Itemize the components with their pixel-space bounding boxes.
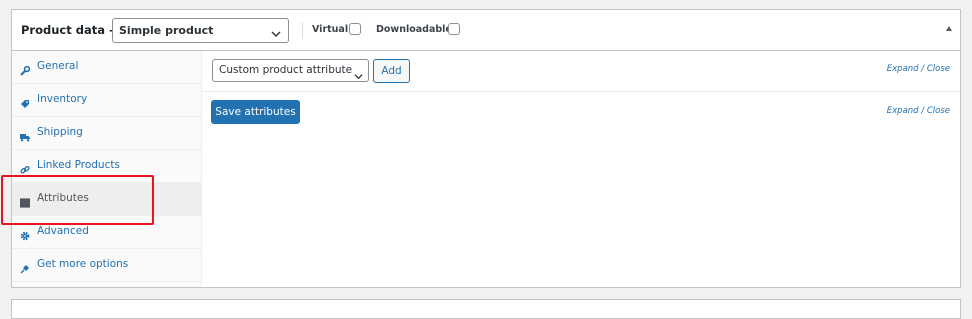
tab-label: Get more options: [37, 258, 129, 270]
save-attributes-button[interactable]: Save attributes: [211, 100, 300, 124]
tab-shipping[interactable]: Shipping: [12, 117, 202, 150]
virtual-checkbox[interactable]: [349, 23, 361, 35]
tag-icon: [20, 94, 30, 108]
panel-title: Product data —: [21, 23, 121, 37]
tab-label: Linked Products: [37, 159, 120, 171]
virtual-label: Virtual:: [312, 24, 352, 35]
chevron-down-icon: [354, 66, 364, 80]
plugin-icon: [20, 259, 30, 274]
product-data-tabs: General Inventory Shipping Linked Produc…: [12, 51, 202, 287]
toolbar-divider: [202, 91, 960, 92]
attribute-select-value: Custom product attribute: [219, 64, 353, 76]
chevron-down-icon: [271, 24, 281, 37]
truck-icon: [20, 127, 30, 142]
expand-close-link[interactable]: Expand / Close: [887, 64, 950, 74]
product-data-panel: Product data — Simple product Virtual: D…: [11, 9, 961, 288]
attributes-highlight-box: [1, 175, 154, 225]
add-attribute-button[interactable]: Add: [373, 59, 410, 83]
product-type-value: Simple product: [119, 24, 214, 37]
tab-inventory[interactable]: Inventory: [12, 84, 202, 117]
downloadable-label: Downloadable:: [376, 24, 456, 35]
product-type-select[interactable]: Simple product: [112, 18, 289, 43]
link-icon: [20, 160, 30, 174]
gear-icon: [20, 226, 30, 241]
downloadable-checkbox[interactable]: [448, 23, 460, 35]
wrench-icon: [20, 61, 31, 76]
tab-get-more-options[interactable]: Get more options: [12, 249, 202, 282]
attribute-select[interactable]: Custom product attribute: [212, 59, 369, 82]
header-separator: [302, 22, 303, 39]
tab-label: Advanced: [37, 225, 89, 237]
tab-general[interactable]: General: [12, 51, 202, 84]
expand-close-link[interactable]: Expand / Close: [887, 106, 950, 116]
tab-label: Inventory: [37, 93, 88, 105]
tab-label: General: [37, 60, 79, 72]
panel-header: Product data — Simple product Virtual: D…: [12, 10, 960, 51]
collapse-toggle-icon[interactable]: [946, 26, 952, 31]
tab-label: Shipping: [37, 126, 83, 138]
next-panel: [11, 299, 961, 319]
